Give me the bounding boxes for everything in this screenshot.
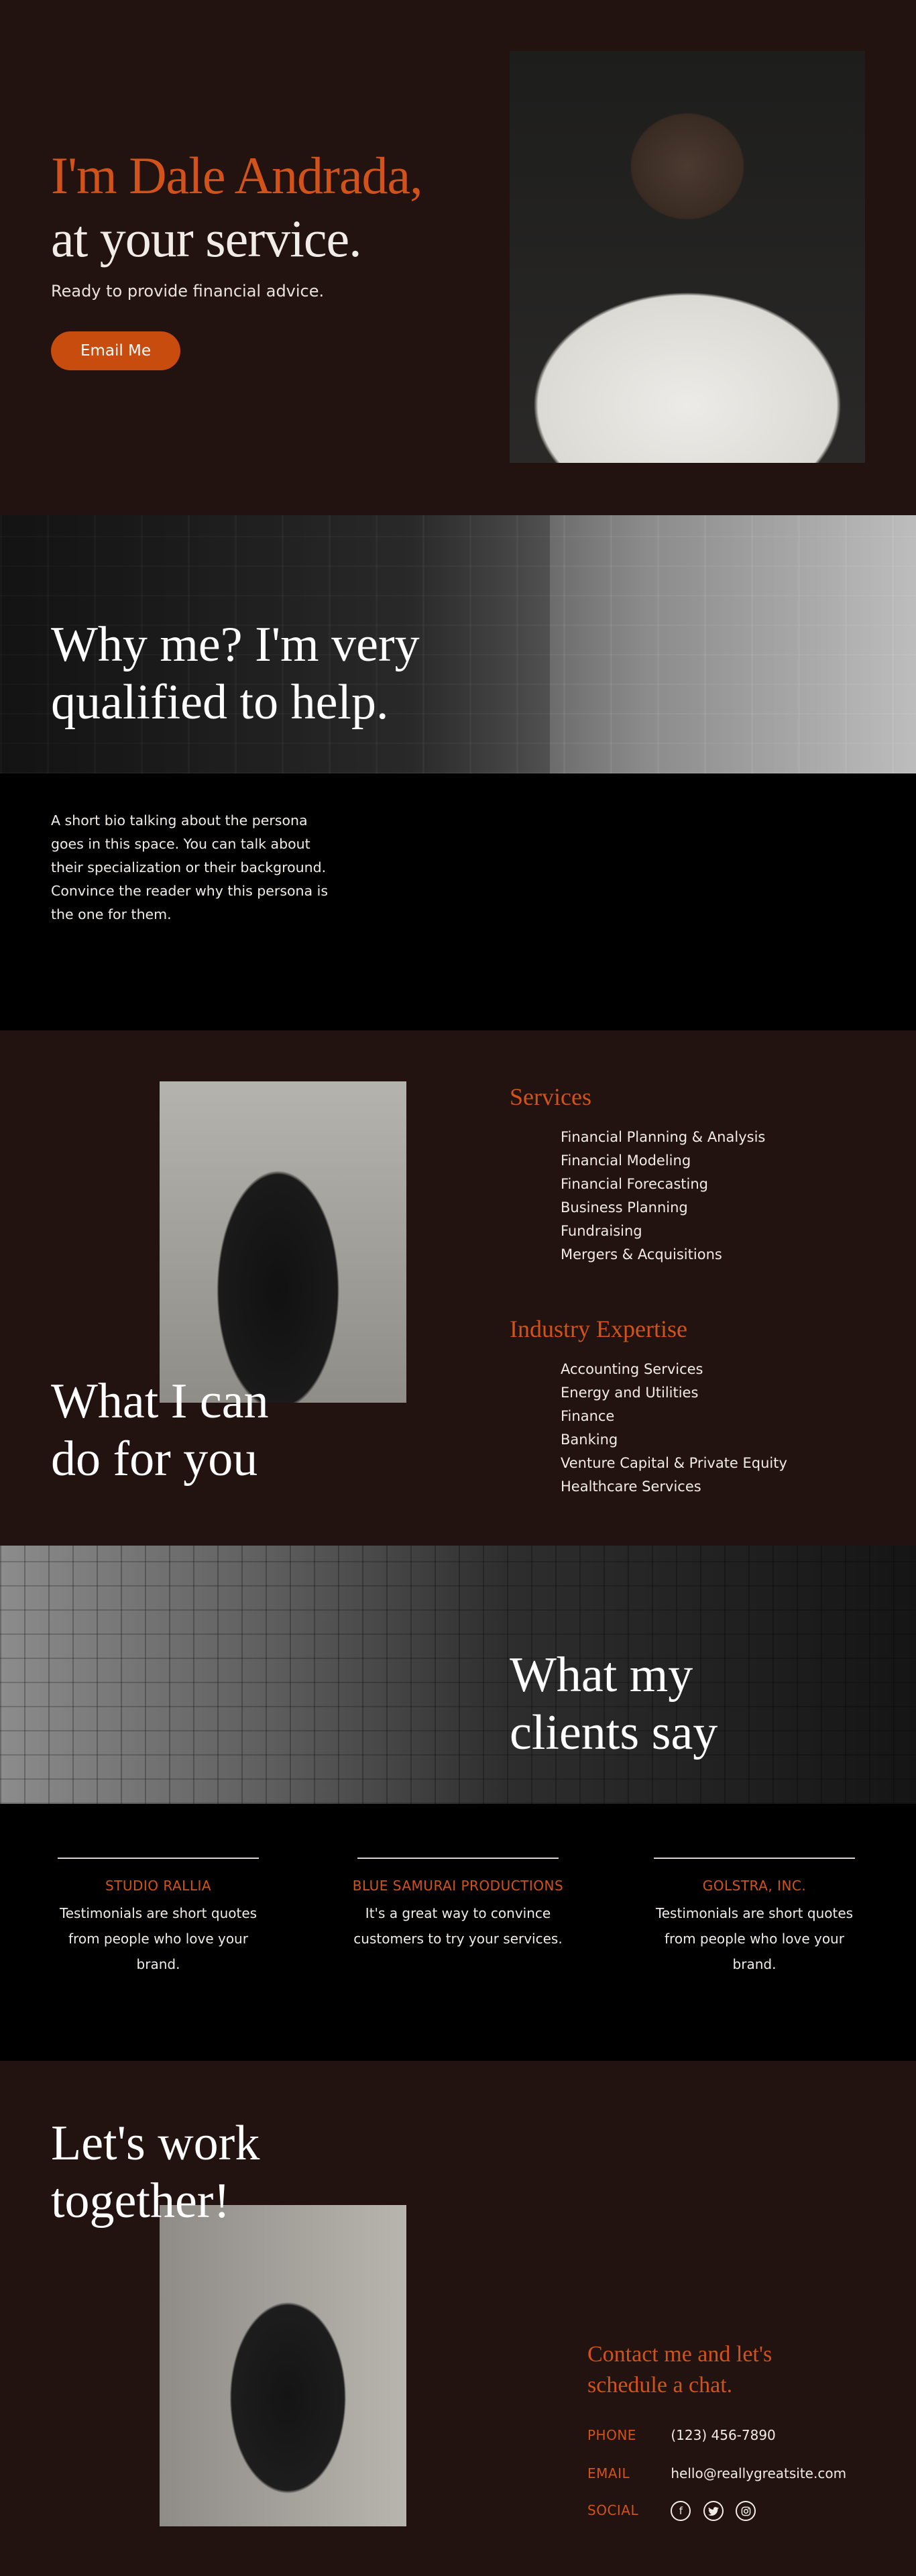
services-title: What I can do for you bbox=[51, 1373, 269, 1488]
portrait-photo bbox=[510, 51, 865, 463]
list-item: Venture Capital & Private Equity bbox=[561, 1455, 787, 1471]
email-label: EMAIL bbox=[587, 2465, 630, 2481]
phone-row: PHONE (123) 456-7890 bbox=[587, 2427, 776, 2443]
services-list: Financial Planning & Analysis Financial … bbox=[561, 1126, 765, 1267]
services-title-line2: do for you bbox=[51, 1432, 258, 1487]
seated-portrait-photo bbox=[160, 1081, 406, 1403]
services-heading: Services bbox=[510, 1083, 591, 1110]
list-item: Financial Modeling bbox=[561, 1152, 691, 1169]
list-item: Financial Planning & Analysis bbox=[561, 1129, 766, 1145]
list-item: Finance bbox=[561, 1408, 615, 1424]
testimonial-quote-line: customers to try your services. bbox=[353, 1931, 563, 1947]
testimonial-card: BLUE SAMURAI PRODUCTIONS It's a great wa… bbox=[351, 1858, 565, 1951]
email-me-button[interactable]: Email Me bbox=[51, 331, 180, 370]
testimonial-quote-line: Testimonials are short quotes bbox=[655, 1905, 854, 1921]
why-me-section: Why me? I'm very qualified to help. A sh… bbox=[0, 515, 916, 1030]
why-me-title: Why me? I'm very qualified to help. bbox=[51, 616, 420, 731]
contact-title-line1: Let's work bbox=[51, 2116, 260, 2171]
contact-title: Let's work together! bbox=[51, 2114, 260, 2230]
instagram-icon[interactable] bbox=[736, 2501, 756, 2521]
list-item: Healthcare Services bbox=[561, 1479, 701, 1495]
testimonial-quote-line: Testimonials are short quotes bbox=[59, 1905, 257, 1921]
twitter-icon[interactable] bbox=[703, 2501, 724, 2521]
industry-expertise-heading: Industry Expertise bbox=[510, 1316, 687, 1342]
testimonials-title-line1: What my bbox=[510, 1648, 693, 1703]
testimonial-card: GOLSTRA, INC. Testimonials are short quo… bbox=[647, 1858, 862, 1977]
list-item: Financial Forecasting bbox=[561, 1176, 708, 1192]
testimonial-quote-line: It's a great way to convince bbox=[365, 1905, 551, 1921]
contact-title-line2: together! bbox=[51, 2174, 231, 2229]
hero-subtitle: Ready to provide financial advice. bbox=[51, 282, 325, 301]
skyscraper-photo bbox=[0, 1546, 916, 1804]
phone-label: PHONE bbox=[587, 2427, 636, 2443]
email-value[interactable]: hello@reallygreatsite.com bbox=[671, 2465, 846, 2481]
social-row: SOCIAL f bbox=[587, 2501, 764, 2521]
hero-title-name: I'm Dale Andrada, bbox=[51, 146, 423, 205]
email-row: EMAIL hello@reallygreatsite.com bbox=[587, 2465, 846, 2481]
hero-title: I'm Dale Andrada, at your service. bbox=[51, 144, 423, 270]
industry-list: Accounting Services Energy and Utilities… bbox=[561, 1358, 787, 1499]
contact-section: Let's work together! Contact me and let'… bbox=[0, 2061, 916, 2576]
testimonial-author: BLUE SAMURAI PRODUCTIONS bbox=[352, 1878, 564, 1894]
list-item: Fundraising bbox=[561, 1223, 642, 1239]
testimonial-author: GOLSTRA, INC. bbox=[702, 1878, 807, 1894]
divider bbox=[654, 1858, 855, 1859]
list-item: Mergers & Acquisitions bbox=[561, 1246, 722, 1263]
why-title-line1: Why me? I'm very bbox=[51, 617, 420, 672]
testimonial-quote-line: from people who love your brand. bbox=[665, 1931, 844, 1972]
list-item: Banking bbox=[561, 1432, 618, 1448]
divider bbox=[357, 1858, 559, 1859]
testimonial-card: STUDIO RALLIA Testimonials are short quo… bbox=[51, 1858, 266, 1977]
list-item: Business Planning bbox=[561, 1199, 688, 1216]
list-item: Accounting Services bbox=[561, 1361, 703, 1377]
why-title-line2: qualified to help. bbox=[51, 675, 389, 730]
testimonial-author: STUDIO RALLIA bbox=[105, 1878, 212, 1894]
hero-section: I'm Dale Andrada, at your service. Ready… bbox=[0, 0, 916, 515]
facebook-icon[interactable]: f bbox=[671, 2501, 691, 2521]
contact-heading: Contact me and let's schedule a chat. bbox=[587, 2342, 772, 2398]
testimonials-title: What my clients say bbox=[510, 1646, 718, 1762]
services-title-line1: What I can bbox=[51, 1374, 269, 1429]
divider bbox=[58, 1858, 259, 1859]
testimonials-title-line2: clients say bbox=[510, 1705, 718, 1760]
hero-title-tagline: at your service. bbox=[51, 209, 362, 268]
phone-value[interactable]: (123) 456-7890 bbox=[671, 2427, 775, 2443]
services-section: What I can do for you Services Financial… bbox=[0, 1030, 916, 1546]
crouching-portrait-photo bbox=[160, 2205, 406, 2526]
short-bio: A short bio talking about the persona go… bbox=[51, 812, 329, 922]
social-label: SOCIAL bbox=[587, 2502, 639, 2518]
list-item: Energy and Utilities bbox=[561, 1385, 699, 1401]
testimonials-section: What my clients say STUDIO RALLIA Testim… bbox=[0, 1546, 916, 2061]
testimonial-quote-line: from people who love your brand. bbox=[68, 1931, 248, 1972]
